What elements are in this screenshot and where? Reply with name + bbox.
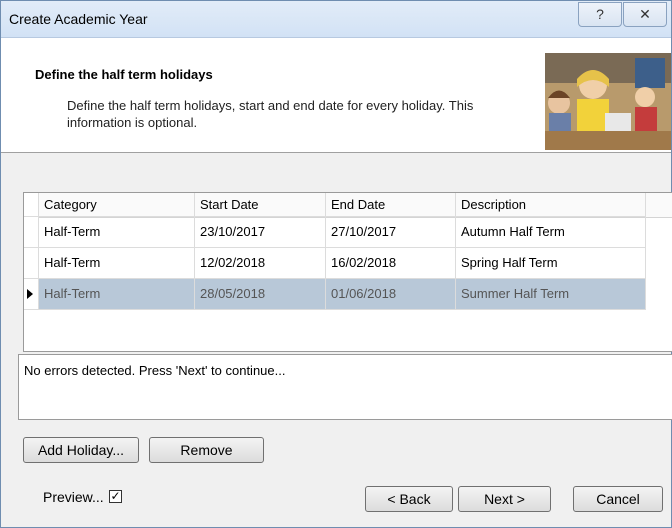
step-description: Define the half term holidays, start and… [67, 98, 474, 130]
current-row-arrow-icon [27, 289, 33, 299]
window-title: Create Academic Year [9, 11, 148, 27]
cell-description[interactable]: Spring Half Term [456, 248, 646, 279]
classroom-image [545, 53, 671, 150]
checkmark-icon: ✓ [110, 489, 121, 503]
help-button[interactable]: ? [578, 2, 622, 27]
help-icon: ? [596, 6, 604, 22]
table-row[interactable]: Half-Term 23/10/2017 27/10/2017 Autumn H… [24, 217, 672, 248]
add-holiday-button[interactable]: Add Holiday... [23, 437, 139, 463]
close-icon: ✕ [639, 6, 651, 22]
cell-start-date[interactable]: 23/10/2017 [195, 217, 326, 248]
column-header-description[interactable]: Description [456, 193, 646, 217]
preview-label: Preview... [43, 489, 104, 505]
cell-start-date[interactable]: 28/05/2018 [195, 279, 326, 310]
row-indicator[interactable] [24, 248, 39, 279]
cell-category[interactable]: Half-Term [39, 217, 195, 248]
cell-start-date[interactable]: 12/02/2018 [195, 248, 326, 279]
table-row[interactable]: Half-Term 12/02/2018 16/02/2018 Spring H… [24, 248, 672, 279]
next-button[interactable]: Next > [458, 486, 551, 512]
cell-end-date[interactable]: 16/02/2018 [326, 248, 456, 279]
cell-end-date[interactable]: 01/06/2018 [326, 279, 456, 310]
classroom-photo [545, 53, 671, 150]
row-indicator[interactable] [24, 217, 39, 248]
back-button[interactable]: < Back [365, 486, 453, 512]
remove-button[interactable]: Remove [149, 437, 264, 463]
cell-end-date[interactable]: 27/10/2017 [326, 217, 456, 248]
cell-category[interactable]: Half-Term [39, 279, 195, 310]
column-header-category[interactable]: Category [39, 193, 195, 217]
title-bar[interactable]: Create Academic Year ? ✕ [1, 1, 671, 38]
row-header-corner [24, 193, 39, 217]
cell-category[interactable]: Half-Term [39, 248, 195, 279]
table-row-selected[interactable]: Half-Term 28/05/2018 01/06/2018 Summer H… [24, 279, 672, 310]
column-header-end-date[interactable]: End Date [326, 193, 456, 217]
validation-message: No errors detected. Press 'Next' to cont… [24, 363, 286, 378]
cell-description[interactable]: Summer Half Term [456, 279, 646, 310]
validation-message-box: No errors detected. Press 'Next' to cont… [18, 354, 672, 420]
step-title: Define the half term holidays [35, 67, 213, 82]
dialog-window: Create Academic Year ? ✕ Define the half… [0, 0, 672, 528]
close-button[interactable]: ✕ [623, 2, 667, 27]
preview-checkbox[interactable]: ✓ [109, 490, 122, 503]
holiday-table[interactable]: Category Start Date End Date Description… [23, 192, 672, 352]
table-header-row: Category Start Date End Date Description [24, 193, 672, 218]
column-header-start-date[interactable]: Start Date [195, 193, 326, 217]
cancel-button[interactable]: Cancel [573, 486, 663, 512]
row-indicator[interactable] [24, 279, 39, 310]
cell-description[interactable]: Autumn Half Term [456, 217, 646, 248]
